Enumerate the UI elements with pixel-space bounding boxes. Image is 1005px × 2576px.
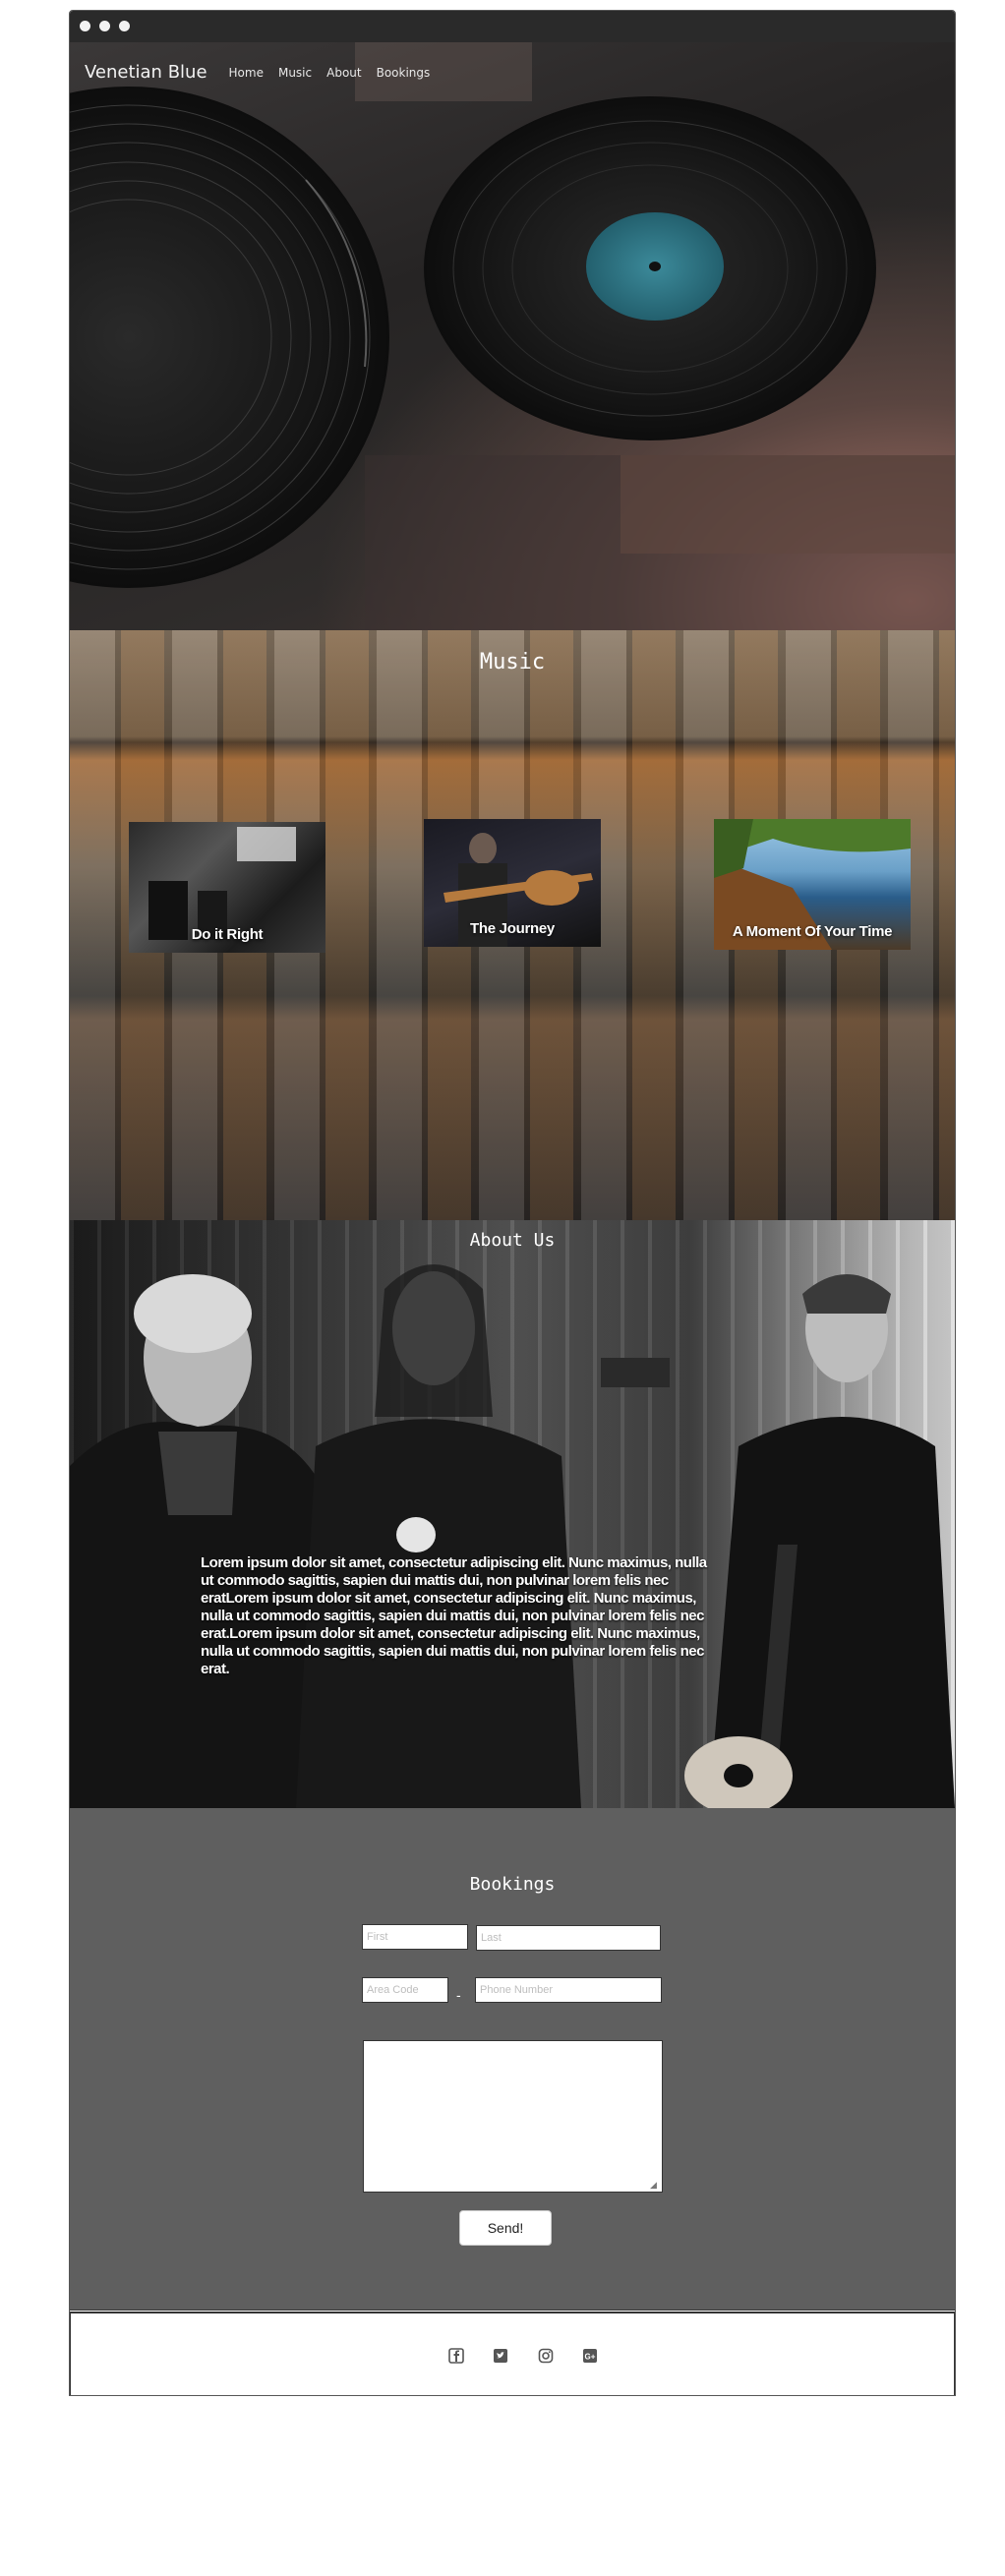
music-card-a-moment-of-your-time[interactable]: A Moment Of Your Time [714, 819, 911, 950]
instagram-icon[interactable] [537, 2347, 555, 2365]
google-plus-icon[interactable]: G+ [581, 2347, 599, 2365]
card-caption: A Moment Of Your Time [732, 923, 893, 940]
music-section: Music Do it Right The Journey A Moment O… [70, 630, 955, 1220]
facebook-icon[interactable] [447, 2347, 465, 2365]
band-photo-image [70, 1264, 955, 1808]
card-caption: Do it Right [191, 926, 264, 943]
card-caption: The Journey [470, 920, 555, 937]
about-section: About Us Lorem ipsum dolor sit amet, con… [70, 1220, 955, 1808]
svg-text:G+: G+ [585, 2353, 596, 2362]
bookings-title: Bookings [469, 1874, 556, 1895]
bookings-section: Bookings - ◢ Send! [70, 1808, 955, 2311]
hero-section: Venetian Blue Home Music About Bookings [70, 42, 955, 630]
window-control-dot[interactable] [99, 21, 110, 31]
window-titlebar [70, 11, 955, 42]
music-title: Music [479, 650, 546, 674]
music-card-the-journey[interactable]: The Journey [424, 819, 601, 947]
nav-link-home[interactable]: Home [229, 66, 264, 80]
send-button[interactable]: Send! [459, 2210, 552, 2246]
brand-logo[interactable]: Venetian Blue [85, 62, 207, 83]
browser-window: Venetian Blue Home Music About Bookings … [69, 10, 956, 2396]
music-card-do-it-right[interactable]: Do it Right [129, 822, 325, 953]
nav-link-music[interactable]: Music [278, 66, 312, 80]
nav-link-about[interactable]: About [326, 66, 361, 80]
footer: G+ [70, 2312, 955, 2395]
about-title: About Us [469, 1230, 556, 1251]
first-name-input[interactable] [362, 1924, 468, 1950]
vinyl-record-image [70, 42, 955, 630]
twitter-icon[interactable] [492, 2347, 509, 2365]
window-control-dot[interactable] [119, 21, 130, 31]
main-nav: Venetian Blue Home Music About Bookings [85, 62, 444, 83]
about-paragraph: Lorem ipsum dolor sit amet, consectetur … [201, 1554, 707, 1677]
phone-separator: - [456, 1987, 461, 2003]
area-code-input[interactable] [362, 1977, 448, 2003]
phone-number-input[interactable] [475, 1977, 662, 2003]
resize-grip-icon[interactable]: ◢ [650, 2180, 660, 2190]
last-name-input[interactable] [476, 1925, 661, 1951]
nav-link-bookings[interactable]: Bookings [377, 66, 431, 80]
window-control-dot[interactable] [80, 21, 90, 31]
message-textarea[interactable] [363, 2040, 663, 2193]
